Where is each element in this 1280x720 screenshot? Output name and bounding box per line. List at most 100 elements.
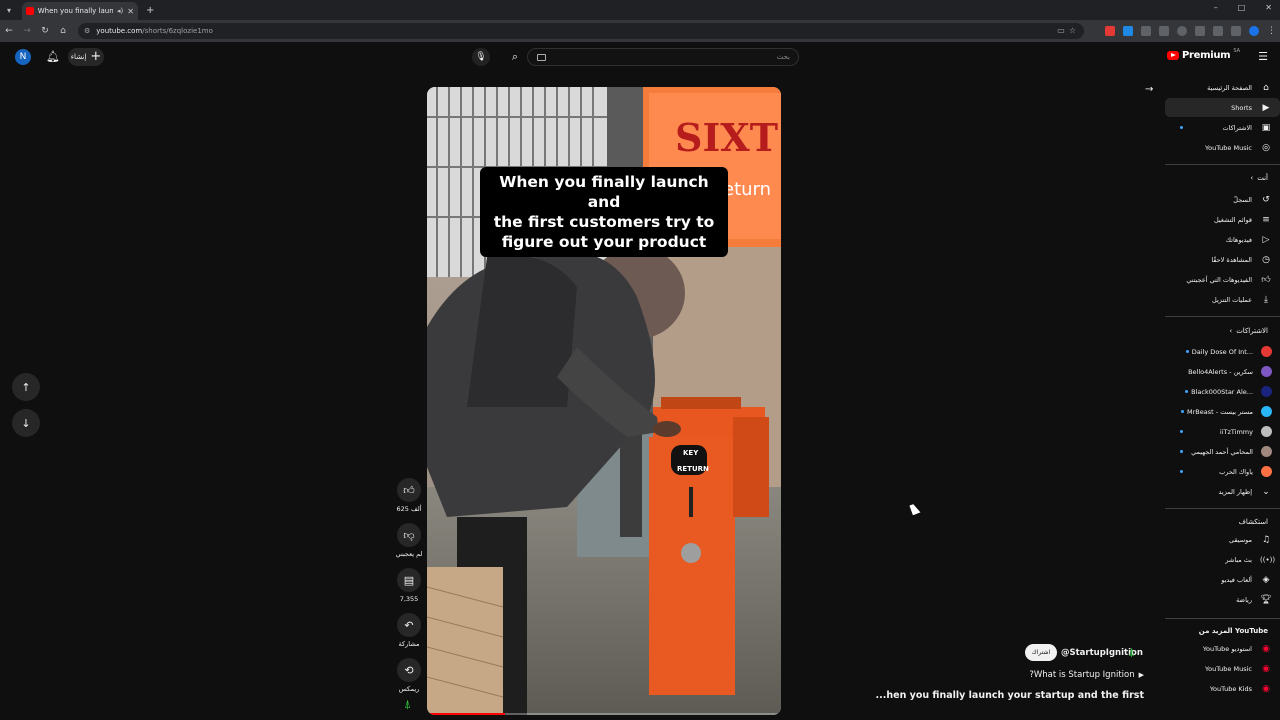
create-button[interactable]: إنشاء + [68, 48, 104, 66]
voice-search-mic-icon[interactable]: 🎙︎ [472, 48, 490, 66]
channel-avatar [1261, 386, 1272, 397]
channel-avatar-icon[interactable]: ⍋ [1128, 645, 1135, 660]
sidebar-subscription[interactable]: Black000Star Ale... [1165, 382, 1280, 401]
extension-speaker-icon[interactable] [1141, 26, 1151, 36]
sidebar-item-watch-later[interactable]: المشاهدة لاحقًا ◷ [1165, 250, 1280, 269]
sidebar-subscription[interactable]: iiTzTimmy [1165, 422, 1280, 441]
home-icon[interactable]: ⌂ [54, 26, 72, 36]
url-path: /shorts/6zqlozie1mo [142, 27, 213, 35]
sidebar-show-more[interactable]: إظهار المزيد ⌄ [1165, 482, 1280, 501]
reload-icon[interactable]: ↻ [36, 26, 54, 36]
more-from-youtube-header: المزيد من YouTube [1199, 627, 1268, 635]
menu-hamburger-icon[interactable]: ☰ [1258, 50, 1268, 63]
browser-menu-icon[interactable]: ⋮ [1267, 26, 1276, 36]
share-button[interactable]: ↶ مشاركة [397, 613, 421, 648]
channel-name: ياواك الحرب [1219, 467, 1253, 476]
you-section-header[interactable]: ‹ أنت [1250, 174, 1268, 182]
sidebar-subscription[interactable]: المحامي أحمد الجهيمي [1165, 442, 1280, 461]
sixt-sign-text: SIXT [675, 115, 778, 160]
close-window-button[interactable]: ✕ [1265, 3, 1272, 12]
sidebar-item-shorts[interactable]: Shorts ▶ [1165, 98, 1280, 117]
sidebar-item-label: المشاهدة لاحقًا [1211, 255, 1252, 264]
maximize-button[interactable]: □ [1238, 3, 1246, 12]
site-info-icon[interactable]: ⚙ [84, 27, 90, 35]
sidebar-item-downloads[interactable]: عمليات التنزيل ⤓ [1165, 290, 1280, 309]
sidebar-item-sports[interactable]: رياضة 🏆︎ [1165, 590, 1280, 609]
sidebar-subscription[interactable]: Bello4Alerts - سكرين [1165, 362, 1280, 381]
notifications-bell-icon[interactable]: 🔔︎ [46, 50, 60, 63]
sidebar-item-history[interactable]: السجلّ ↺ [1165, 190, 1280, 209]
subscriptions-section-header[interactable]: ‹ الاشتراكات [1229, 327, 1268, 335]
sidebar-item-playlists[interactable]: قوائم التشغيل ≡ [1165, 210, 1280, 229]
search-input[interactable]: بحث [527, 48, 799, 66]
caption-line-3: figure out your product [501, 233, 707, 251]
video-caption: When you finally launch and the first cu… [480, 167, 728, 257]
channel-name: Daily Dose Of Int... [1191, 347, 1253, 356]
like-button[interactable]: 👍︎ 625 ألف [397, 478, 422, 513]
sidebar-item-youtube-music[interactable]: YouTube Music ◎ [1165, 138, 1280, 157]
next-short-button[interactable]: ↓ [12, 409, 40, 437]
extension-blue-icon[interactable] [1123, 26, 1133, 36]
you-header-label: أنت [1257, 174, 1268, 182]
address-bar[interactable]: ⚙ youtube.com/shorts/6zqlozie1mo ▭ ☆ [78, 23, 1084, 39]
sidebar-item-live[interactable]: بث مباشر ((•)) [1165, 550, 1280, 569]
divider [1165, 316, 1280, 317]
forward-icon[interactable]: → [18, 26, 36, 36]
extension-circle-icon[interactable] [1177, 26, 1187, 36]
sidebar-item-studio[interactable]: YouTube استوديو ◉ [1165, 639, 1280, 658]
new-tab-button[interactable]: + [146, 5, 154, 16]
comment-icon: ▤ [397, 568, 421, 592]
account-avatar[interactable]: N [15, 49, 31, 65]
close-tab-icon[interactable]: ✕ [127, 7, 134, 16]
comments-button[interactable]: ▤ 7,355 [397, 568, 421, 603]
subscribe-button[interactable]: اشتراك [1025, 644, 1057, 661]
minimize-button[interactable]: – [1214, 3, 1218, 12]
sidebar-item-home[interactable]: الصفحة الرئيسية ⌂ [1165, 78, 1280, 97]
extension-red-icon[interactable] [1105, 26, 1115, 36]
youtube-kids-icon: ◉ [1262, 683, 1270, 694]
extension-screen-icon[interactable] [1159, 26, 1169, 36]
channel-name: iiTzTimmy [1219, 427, 1253, 436]
remix-button[interactable]: ⟲ ريمكس [397, 658, 421, 693]
extension-pen-icon[interactable] [1231, 26, 1241, 36]
sidebar-item-your-videos[interactable]: فيديوهاتك ▷ [1165, 230, 1280, 249]
sidebar-item-kids[interactable]: YouTube Kids ◉ [1165, 679, 1280, 698]
video-progress-bar[interactable] [427, 713, 781, 715]
extensions-puzzle-icon[interactable] [1213, 26, 1223, 36]
tab-search-icon[interactable]: ▾ [0, 0, 18, 20]
profile-avatar-icon[interactable] [1249, 26, 1259, 36]
sidebar-item-subscriptions[interactable]: الاشتراكات ▣ [1165, 118, 1280, 137]
keyboard-icon[interactable] [537, 54, 546, 61]
sidebar-subscription[interactable]: MrBeast - مستر بيست [1165, 402, 1280, 421]
search-icon[interactable]: ⌕ [505, 48, 525, 66]
short-video-player[interactable]: SIXT eturn KEY RETURN When you finally l… [427, 87, 781, 715]
previous-short-button[interactable]: ↑ [12, 373, 40, 401]
extension-shield-icon[interactable] [1195, 26, 1205, 36]
sound-thumbnail-icon[interactable]: ⍋ [404, 697, 411, 712]
sidebar-item-label: فيديوهاتك [1225, 235, 1252, 244]
install-icon[interactable]: ▭ [1057, 26, 1065, 35]
subscriptions-icon: ▣ [1261, 122, 1271, 133]
window-controls: – □ ✕ [1214, 3, 1272, 12]
back-icon[interactable]: ← [0, 26, 18, 36]
youtube-premium-logo[interactable]: Premium SA [1166, 48, 1240, 61]
sidebar-item-label: قوائم التشغيل [1213, 215, 1252, 224]
sidebar-subscription[interactable]: ياواك الحرب [1165, 462, 1280, 481]
bookmark-star-icon[interactable]: ☆ [1069, 26, 1076, 35]
channel-name: Bello4Alerts - سكرين [1188, 367, 1253, 376]
new-content-dot [1180, 470, 1183, 473]
sidebar-subscription[interactable]: Daily Dose Of Int... [1165, 342, 1280, 361]
speaker-icon[interactable]: ◂) [117, 7, 123, 15]
sidebar-item-gaming[interactable]: ألعاب فيديو ◈ [1165, 570, 1280, 589]
linked-video[interactable]: ?What is Startup Ignition ▶ [1029, 670, 1144, 680]
collapse-arrow-icon[interactable]: → [1145, 84, 1153, 95]
sidebar-item-music[interactable]: موسيقى ♫ [1165, 530, 1280, 549]
dislike-button[interactable]: 👎︎ لم يعجبني [396, 523, 422, 558]
play-triangle-icon: ▶ [1138, 671, 1144, 679]
explore-header-label: استكشاف [1238, 518, 1268, 526]
short-title[interactable]: ...hen you finally launch your startup a… [876, 690, 1144, 701]
sidebar-item-music-app[interactable]: YouTube Music ◉ [1165, 659, 1280, 678]
browser-tab[interactable]: When you finally launch yo ◂) ✕ [22, 2, 138, 20]
clock-icon: ◷ [1262, 254, 1270, 265]
sidebar-item-liked-videos[interactable]: الفيديوهات التي أعجبتني 👍︎ [1165, 270, 1280, 289]
